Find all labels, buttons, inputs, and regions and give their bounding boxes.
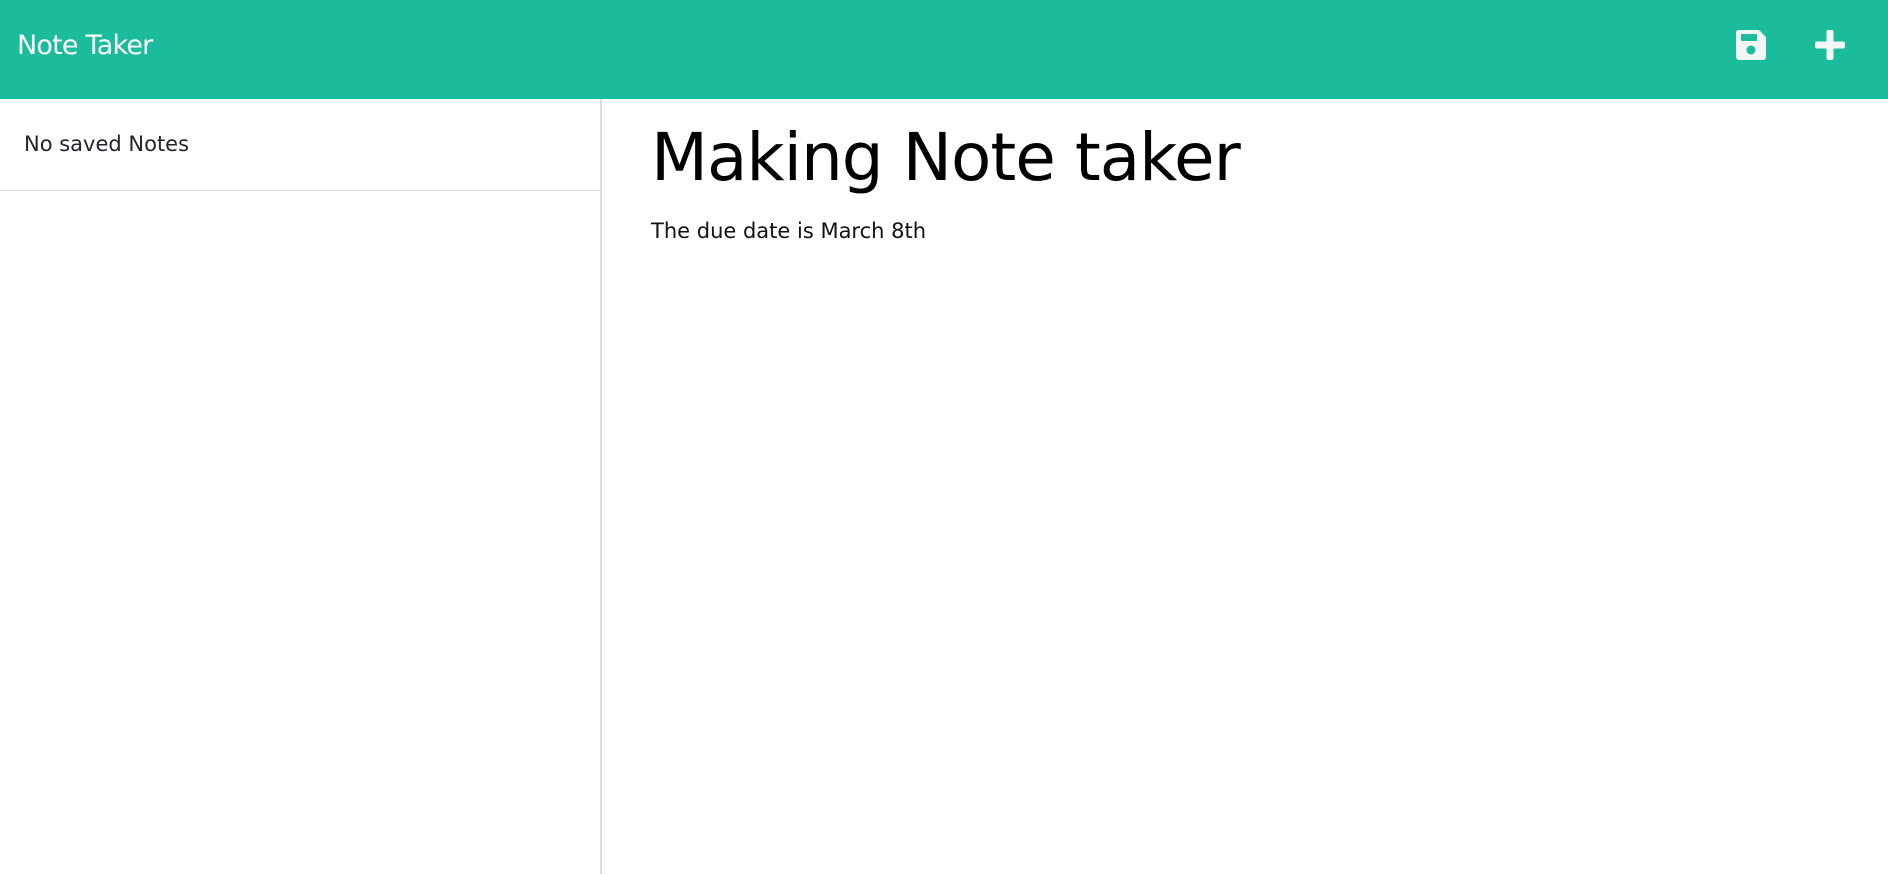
list-item: No saved Notes xyxy=(0,99,600,191)
notes-sidebar: No saved Notes xyxy=(0,99,602,874)
note-editor: Making Note taker The due date is March … xyxy=(602,99,1888,874)
note-text[interactable]: The due date is March 8th xyxy=(651,217,926,245)
empty-notes-message: No saved Notes xyxy=(24,132,190,156)
new-note-button[interactable] xyxy=(1809,24,1851,66)
plus-icon xyxy=(1815,30,1845,60)
save-note-button[interactable] xyxy=(1730,24,1772,66)
navbar: Note Taker xyxy=(0,0,1888,99)
note-title[interactable]: Making Note taker xyxy=(651,118,1241,198)
brand-title[interactable]: Note Taker xyxy=(17,28,153,64)
floppy-disk-icon xyxy=(1735,30,1766,60)
